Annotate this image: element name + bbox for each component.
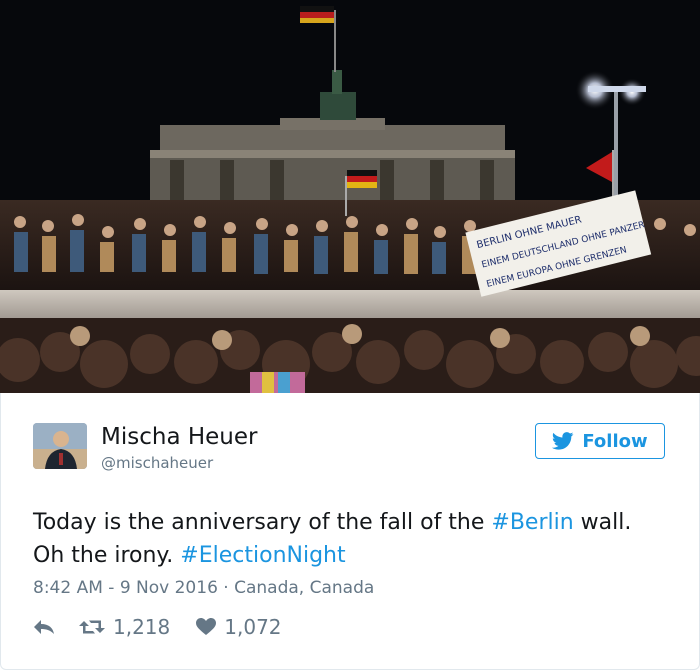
tweet-text: Today is the anniversary of the fall of … [33,506,663,572]
tweet-location[interactable]: Canada, Canada [234,578,374,598]
tweet-actions: 1,218 1,072 [33,615,282,639]
hashtag-electionnight[interactable]: #ElectionNight [180,543,345,568]
author-handle[interactable]: @mischaheuer [101,453,213,473]
reply-icon [34,620,54,634]
like-button[interactable]: 1,072 [196,615,282,639]
hashtag-berlin[interactable]: #Berlin [491,510,573,535]
tweet-card: Mischa Heuer @mischaheuer Follow Today i… [0,393,700,670]
tweet-photo[interactable]: BERLIN OHNE MAUER EINEM DEUTSCHLAND OHNE… [0,0,700,393]
follow-label: Follow [582,430,648,452]
retweet-button[interactable]: 1,218 [79,615,170,639]
reply-button[interactable] [33,618,55,636]
avatar[interactable] [33,423,87,469]
author-name[interactable]: Mischa Heuer [101,423,257,451]
tweet-text-part: Today is the anniversary of the fall of … [33,510,492,535]
avatar-image [33,423,87,469]
heart-icon [196,618,217,635]
retweet-count: 1,218 [113,615,171,639]
tweet-timestamp[interactable]: 8:42 AM - 9 Nov 2016 [33,578,218,598]
twitter-bird-icon [552,432,574,450]
tweet-meta: 8:42 AM - 9 Nov 2016 · Canada, Canada [33,577,374,599]
retweet-icon [79,620,105,634]
follow-button[interactable]: Follow [535,423,665,459]
meta-separator: · [217,578,235,598]
like-count: 1,072 [224,615,282,639]
berlin-wall-photo: BERLIN OHNE MAUER EINEM DEUTSCHLAND OHNE… [0,0,700,393]
